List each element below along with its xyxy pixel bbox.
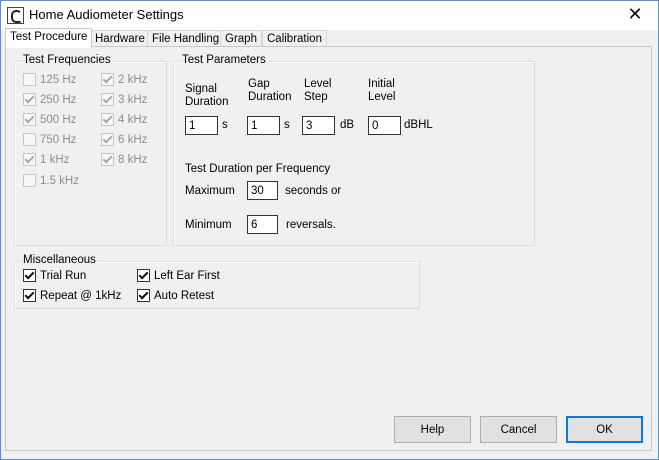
signal-duration-field[interactable] [185,116,218,135]
initial-level-unit: dBHL [404,119,433,131]
tab-file-handling[interactable]: File Handling [147,30,225,47]
checkbox-box [23,289,36,302]
tab-test-procedure[interactable]: Test Procedure [5,28,93,48]
freq-750hz-checkbox[interactable]: 750 Hz [23,133,76,146]
tab-graph[interactable]: Graph [220,30,262,47]
gap-duration-field[interactable] [247,116,280,135]
maximum-duration-field[interactable] [247,181,278,200]
level-step-unit: dB [340,119,355,131]
freq-4khz-label: 4 kHz [118,113,148,126]
left-ear-first-label: Left Ear First [154,269,220,282]
freq-2khz-checkbox[interactable]: 2 kHz [101,73,147,86]
test-parameters-label: Test Parameters [180,54,268,66]
settings-dialog: Home Audiometer Settings ✕ Test Procedur… [0,0,659,460]
repeat-1khz-checkbox[interactable]: Repeat @ 1kHz [23,289,121,302]
title-bar: Home Audiometer Settings ✕ [1,1,658,30]
ok-button[interactable]: OK [566,416,643,443]
minimum-reversals-field[interactable] [247,215,278,234]
freq-250hz-label: 250 Hz [40,93,77,106]
freq-6khz-checkbox[interactable]: 6 kHz [101,133,147,146]
trial-run-checkbox[interactable]: Trial Run [23,269,86,282]
maximum-unit: seconds or [285,185,342,197]
auto-retest-checkbox[interactable]: Auto Retest [137,289,214,302]
test-duration-label: Test Duration per Frequency [185,163,331,175]
minimum-label: Minimum [185,219,232,231]
left-ear-first-checkbox[interactable]: Left Ear First [137,269,220,282]
tab-hardware[interactable]: Hardware [90,30,150,47]
test-frequencies-label: Test Frequencies [21,54,113,66]
freq-1khz-checkbox[interactable]: 1 kHz [23,153,69,166]
checkbox-box [101,153,114,166]
freq-3khz-label: 3 kHz [118,93,148,106]
freq-3khz-checkbox[interactable]: 3 kHz [101,93,147,106]
freq-125hz-checkbox[interactable]: 125 Hz [23,73,76,86]
freq-8khz-label: 8 kHz [118,153,148,166]
close-button[interactable]: ✕ [612,1,658,30]
checkbox-box [101,93,114,106]
checkbox-box [101,133,114,146]
checkbox-box [23,73,36,86]
auto-retest-label: Auto Retest [154,289,215,302]
help-button[interactable]: Help [394,416,471,443]
checkbox-box [101,73,114,86]
initial-level-header: Initial Level [368,78,396,103]
checkbox-box [101,113,114,126]
minimum-unit: reversals. [286,219,336,231]
freq-6khz-label: 6 kHz [118,133,148,146]
freq-250hz-checkbox[interactable]: 250 Hz [23,93,76,106]
freq-1khz-label: 1 kHz [40,153,70,166]
gap-duration-header: Gap Duration [248,78,292,103]
freq-2khz-label: 2 kHz [118,73,148,86]
freq-8khz-checkbox[interactable]: 8 kHz [101,153,147,166]
tab-calibration[interactable]: Calibration [262,30,327,47]
freq-125hz-label: 125 Hz [40,73,77,86]
repeat-1khz-label: Repeat @ 1kHz [40,289,122,302]
level-step-field[interactable] [302,116,335,135]
checkbox-box [23,133,36,146]
checkbox-box [23,93,36,106]
freq-4khz-checkbox[interactable]: 4 kHz [101,113,147,126]
freq-500hz-checkbox[interactable]: 500 Hz [23,113,76,126]
freq-1-5khz-label: 1.5 kHz [40,174,79,187]
freq-500hz-label: 500 Hz [40,113,77,126]
checkbox-box [137,269,150,282]
checkbox-box [23,269,36,282]
checkbox-box [23,153,36,166]
miscellaneous-label: Miscellaneous [21,254,98,266]
freq-750hz-label: 750 Hz [40,133,77,146]
checkbox-box [23,174,36,187]
signal-duration-unit: s [222,119,228,131]
signal-duration-header: Signal Duration [185,83,229,108]
initial-level-field[interactable] [368,116,401,135]
freq-1-5khz-checkbox[interactable]: 1.5 kHz [23,174,79,187]
level-step-header: Level Step [304,78,332,103]
gap-duration-unit: s [284,119,290,131]
window-title: Home Audiometer Settings [29,7,184,22]
maximum-label: Maximum [185,185,235,197]
ear-icon [7,7,24,24]
checkbox-box [23,113,36,126]
checkbox-box [137,289,150,302]
trial-run-label: Trial Run [40,269,87,282]
cancel-button[interactable]: Cancel [480,416,557,443]
